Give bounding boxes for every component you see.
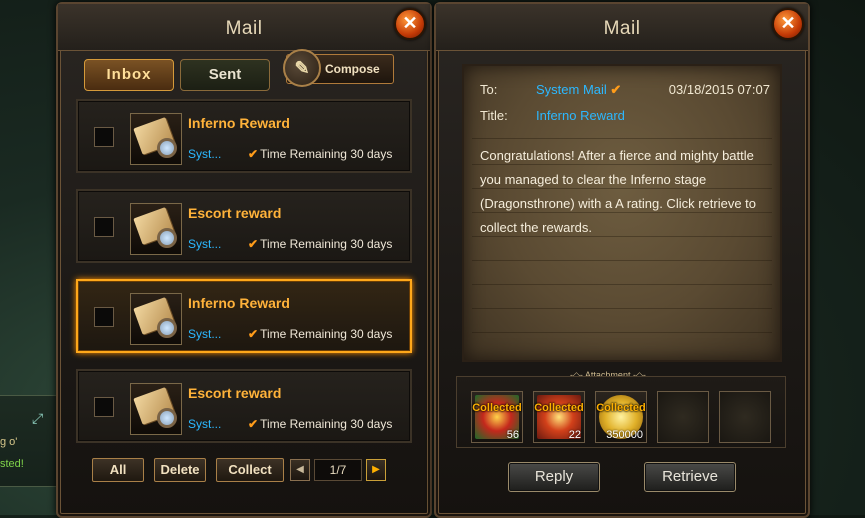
chat-line: sted! (0, 458, 24, 470)
mail-detail-window: Mail ✕ To: System Mail ✔ 03/18/2015 07:0… (434, 2, 810, 518)
mail-subject: Inferno Reward (188, 295, 290, 311)
mail-inbox-window: Mail ✕ Inbox Sent ✎ Compose Inferno Rewa… (56, 2, 432, 518)
page-indicator: 1/7 (314, 459, 362, 481)
retrieve-button[interactable]: Retrieve (644, 462, 736, 492)
close-icon: ✕ (780, 13, 796, 33)
expand-icon[interactable]: ⤢ (32, 410, 48, 426)
mail-sender: Syst... (188, 417, 222, 431)
mail-checkbox[interactable] (94, 307, 114, 327)
item-quantity: 22 (568, 429, 581, 441)
mail-scroll-icon (130, 203, 182, 255)
mail-time-remaining: ✔ Time Remaining 30 days (248, 327, 393, 341)
mail-sender: Syst... (188, 327, 222, 341)
verified-check-icon: ✔ (248, 327, 259, 341)
verified-check-icon: ✔ (248, 237, 259, 251)
attachment-tray: Collected 56 Collected 22 Collected 3500… (456, 376, 786, 448)
mail-letter: To: System Mail ✔ 03/18/2015 07:07 Title… (462, 64, 782, 362)
mail-sender: Syst... (188, 237, 222, 251)
mail-item[interactable]: Escort reward Syst... ✔ Time Remaining 30… (76, 369, 412, 443)
chat-panel-fragment: ⤢ g o' sted! (0, 395, 58, 487)
mail-subject: Escort reward (188, 385, 282, 401)
mail-item-selected[interactable]: Inferno Reward Syst... ✔ Time Remaining 3… (76, 279, 412, 353)
mail-time-remaining: ✔ Time Remaining 30 days (248, 147, 393, 161)
mail-sender: Syst... (188, 147, 222, 161)
delete-button[interactable]: Delete (154, 458, 206, 482)
item-quantity: 350000 (606, 429, 643, 441)
tab-inbox[interactable]: Inbox (84, 59, 174, 91)
collected-status: Collected (534, 402, 584, 414)
mail-checkbox[interactable] (94, 397, 114, 417)
mail-subject: Inferno Reward (188, 115, 290, 131)
attachment-slot[interactable]: Collected 22 (533, 391, 585, 443)
to-value: System Mail ✔ (536, 82, 622, 97)
mail-checkbox[interactable] (94, 217, 114, 237)
select-all-button[interactable]: All (92, 458, 144, 482)
chevron-right-icon: ▶ (372, 464, 380, 475)
close-button[interactable]: ✕ (772, 8, 804, 40)
mail-subject: Escort reward (188, 205, 282, 221)
title-label: Title: (480, 108, 508, 123)
mail-scroll-icon (130, 113, 182, 165)
collect-button[interactable]: Collect (216, 458, 284, 482)
mail-item[interactable]: Inferno Reward Syst... ✔ Time Remaining 3… (76, 99, 412, 173)
mail-time-remaining: ✔ Time Remaining 30 days (248, 237, 393, 251)
mail-time-remaining: ✔ Time Remaining 30 days (248, 417, 393, 431)
verified-check-icon: ✔ (248, 147, 259, 161)
mail-scroll-icon (130, 293, 182, 345)
to-label: To: (480, 82, 498, 97)
item-quantity: 56 (506, 429, 519, 441)
chat-line: g o' (0, 436, 18, 448)
reply-button[interactable]: Reply (508, 462, 600, 492)
attachment-slot-empty (657, 391, 709, 443)
attachment-slot-empty (719, 391, 771, 443)
compose-button[interactable]: ✎ Compose (283, 49, 394, 87)
attachment-slot[interactable]: Collected 56 (471, 391, 523, 443)
window-title: Mail (58, 4, 430, 51)
mail-body: Congratulations! After a fierce and migh… (480, 148, 757, 235)
quill-icon: ✎ (283, 49, 321, 87)
chevron-left-icon: ◀ (296, 464, 304, 475)
close-button[interactable]: ✕ (394, 8, 426, 40)
mail-scroll-icon (130, 383, 182, 435)
attachment-slot[interactable]: Collected 350000 (595, 391, 647, 443)
close-icon: ✕ (402, 13, 418, 33)
verified-check-icon: ✔ (248, 417, 259, 431)
window-title: Mail (436, 4, 808, 51)
mail-date: 03/18/2015 07:07 (668, 82, 770, 97)
tab-sent[interactable]: Sent (180, 59, 270, 91)
verified-check-icon: ✔ (610, 82, 622, 97)
collected-status: Collected (472, 402, 522, 414)
prev-page-button[interactable]: ◀ (290, 459, 310, 481)
mail-item[interactable]: Escort reward Syst... ✔ Time Remaining 30… (76, 189, 412, 263)
mail-checkbox[interactable] (94, 127, 114, 147)
next-page-button[interactable]: ▶ (366, 459, 386, 481)
collected-status: Collected (596, 402, 646, 414)
title-value: Inferno Reward (536, 108, 625, 123)
compose-label: Compose (325, 62, 380, 76)
